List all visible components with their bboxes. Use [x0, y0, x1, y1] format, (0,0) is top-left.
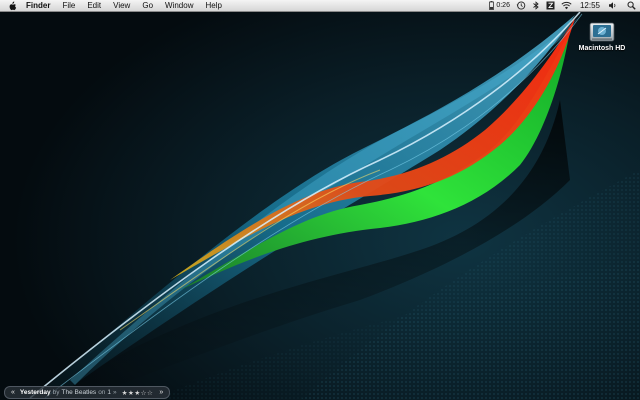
menu-file[interactable]: File	[56, 0, 81, 11]
track-artist: The Beatles	[61, 389, 97, 396]
previous-track-button[interactable]: «	[9, 389, 17, 396]
desktop-icon-label: Macintosh HD	[578, 45, 626, 52]
menu-app-finder[interactable]: Finder	[26, 0, 56, 11]
battery-status[interactable]: 0:26	[489, 0, 510, 11]
track-album: 1	[107, 389, 112, 396]
next-track-button[interactable]: »	[157, 389, 165, 396]
now-playing-bar: « Yesterday by The Beatles on 1 » ★★★☆☆ …	[4, 386, 171, 399]
desktop-icon-macintosh-hd[interactable]: Macintosh HD	[578, 20, 626, 52]
on-label: on	[98, 389, 106, 396]
wallpaper-image	[0, 0, 640, 400]
menu-help[interactable]: Help	[199, 0, 227, 11]
menu-go[interactable]: Go	[136, 0, 159, 11]
volume-icon[interactable]	[608, 0, 617, 11]
menu-view[interactable]: View	[107, 0, 136, 11]
separator: »	[113, 389, 117, 396]
menu-bar: Finder File Edit View Go Window Help 0:2…	[0, 0, 640, 12]
by-label: by	[52, 389, 60, 396]
spotlight-icon[interactable]	[627, 0, 636, 11]
track-title: Yesterday	[19, 389, 51, 396]
bluetooth-icon[interactable]	[532, 0, 540, 11]
apple-logo-icon[interactable]	[8, 1, 18, 11]
script-icon[interactable]	[546, 0, 555, 11]
menu-edit[interactable]: Edit	[81, 0, 107, 11]
desktop: Finder File Edit View Go Window Help 0:2…	[0, 0, 640, 400]
time-machine-icon[interactable]	[516, 0, 526, 11]
menu-clock[interactable]: 12:55	[580, 1, 600, 10]
battery-icon	[489, 1, 495, 10]
hard-drive-icon	[588, 20, 616, 44]
menu-window[interactable]: Window	[159, 0, 199, 11]
battery-time: 0:26	[496, 2, 510, 9]
wifi-icon[interactable]	[561, 0, 572, 11]
track-rating[interactable]: ★★★☆☆	[122, 389, 154, 397]
